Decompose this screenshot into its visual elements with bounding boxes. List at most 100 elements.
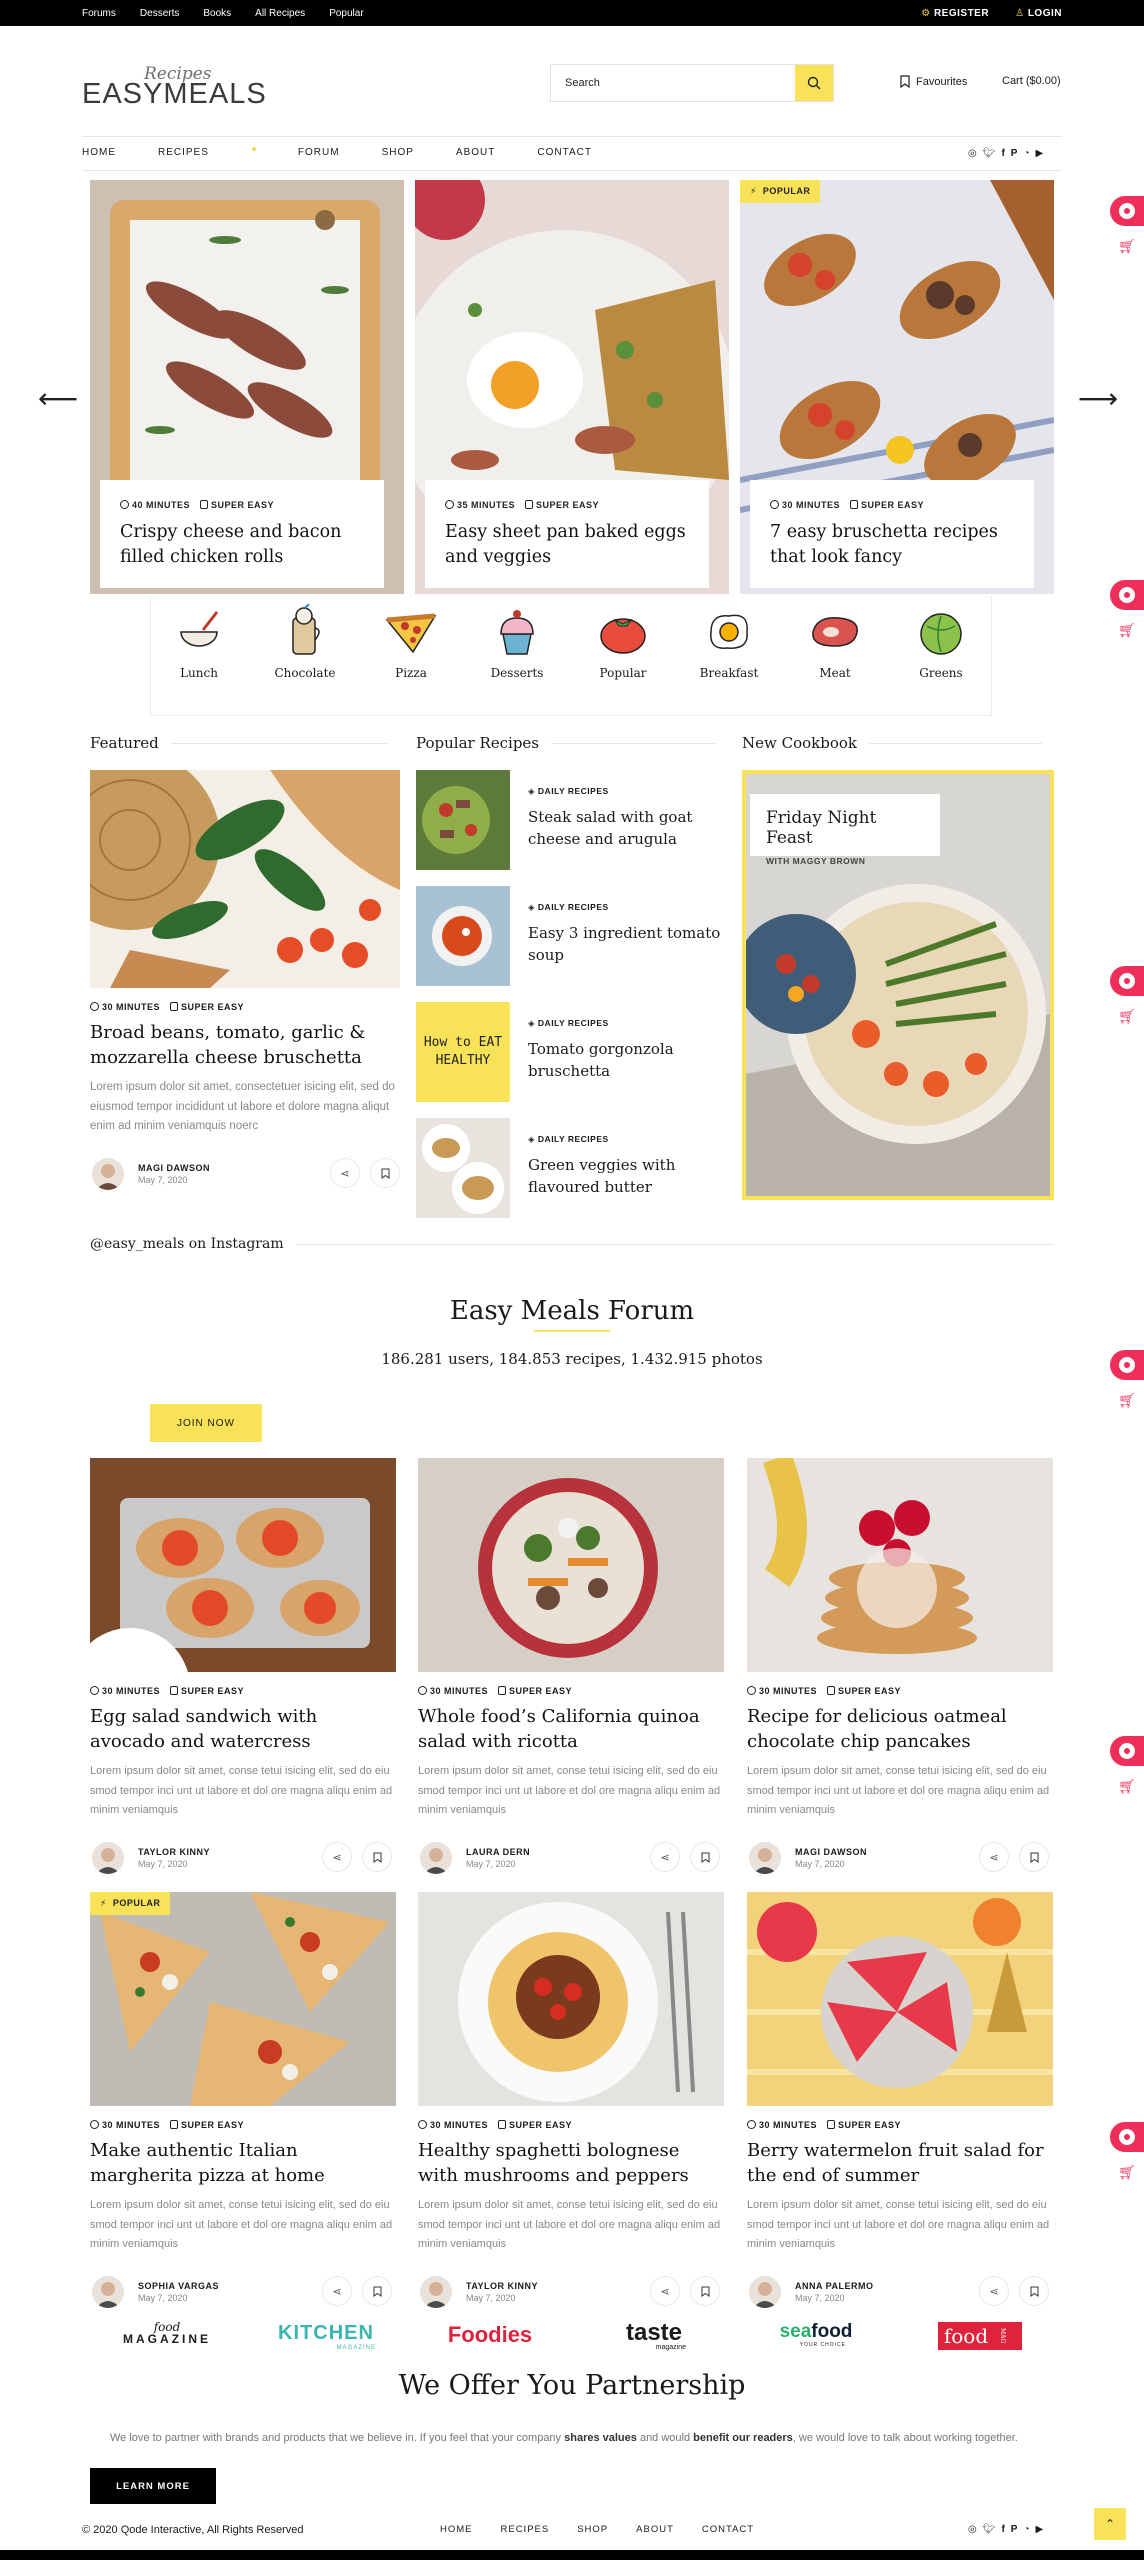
- demo-widget-button[interactable]: [1110, 966, 1144, 996]
- share-button[interactable]: ⋖: [650, 1842, 680, 1872]
- recipe-author[interactable]: ANNA PALERMO May 7, 2020: [749, 2276, 874, 2308]
- brand-seafood[interactable]: seafood YOUR CHOICE: [766, 2322, 866, 2349]
- slider-next-arrow-icon[interactable]: ⟶: [1078, 382, 1118, 415]
- slider-title[interactable]: 7 easy bruschetta recipes that look fanc…: [770, 520, 1014, 570]
- instagram-icon[interactable]: ◎: [968, 2524, 977, 2535]
- popular-title[interactable]: Tomato gorgonzola bruschetta: [528, 1038, 728, 1082]
- demo-widget-button[interactable]: [1110, 1736, 1144, 1766]
- instagram-icon[interactable]: ◎: [968, 148, 977, 159]
- slider-title[interactable]: Crispy cheese and bacon filled chicken r…: [120, 520, 364, 570]
- footer-nav-about[interactable]: ABOUT: [636, 2524, 674, 2535]
- bookmark-button[interactable]: [362, 1842, 392, 1872]
- top-link-all-recipes[interactable]: All Recipes: [255, 8, 305, 19]
- brand-kitchen[interactable]: KITCHEN MAGAZINE: [276, 2322, 376, 2351]
- recipe-title[interactable]: Healthy spaghetti bolognese with mushroo…: [418, 2138, 724, 2188]
- footer-nav-contact[interactable]: CONTACT: [702, 2524, 754, 2535]
- footer-nav-home[interactable]: HOME: [440, 2524, 473, 2535]
- brand-food-mag[interactable]: food MAG: [930, 2322, 1030, 2350]
- share-button[interactable]: ⋖: [322, 2276, 352, 2306]
- popular-item[interactable]: ◈ DAILY RECIPES Easy 3 ingredient tomato…: [416, 886, 728, 986]
- favourites-link[interactable]: Favourites: [900, 75, 967, 88]
- rss-icon[interactable]: ◔: [1023, 148, 1029, 159]
- slider-title[interactable]: Easy sheet pan baked eggs and veggies: [445, 520, 689, 570]
- slider-card[interactable]: ⚡︎ POPULAR 30 MINUTES SUPER EASY 7 easy …: [740, 180, 1054, 594]
- category-desserts[interactable]: Desserts: [477, 604, 557, 680]
- recipe-image[interactable]: [418, 1892, 724, 2106]
- facebook-icon[interactable]: f: [1001, 2524, 1004, 2535]
- recipe-title[interactable]: Berry watermelon fruit salad for the end…: [747, 2138, 1053, 2188]
- category-breakfast[interactable]: Breakfast: [689, 604, 769, 680]
- featured-image[interactable]: [90, 770, 400, 988]
- featured-author[interactable]: MAGI DAWSON May 7, 2020: [92, 1158, 210, 1190]
- twitter-icon[interactable]: 🐦︎: [983, 2524, 996, 2535]
- pinterest-icon[interactable]: P: [1011, 148, 1018, 159]
- side-cart-button[interactable]: 🛒︎: [1110, 232, 1144, 260]
- recipe-author[interactable]: TAYLOR KINNY May 7, 2020: [92, 1842, 210, 1874]
- popular-title[interactable]: Steak salad with goat cheese and arugula: [528, 806, 728, 850]
- nav-forum[interactable]: FORUM: [298, 147, 340, 158]
- category-popular[interactable]: Popular: [583, 604, 663, 680]
- recipe-author[interactable]: SOPHIA VARGAS May 7, 2020: [92, 2276, 219, 2308]
- top-link-desserts[interactable]: Desserts: [140, 8, 179, 19]
- demo-widget-button[interactable]: [1110, 196, 1144, 226]
- recipe-image[interactable]: [747, 1892, 1053, 2106]
- bookmark-button[interactable]: [1019, 2276, 1049, 2306]
- share-button[interactable]: ⋖: [979, 1842, 1009, 1872]
- back-to-top-button[interactable]: ⌃: [1094, 2508, 1126, 2540]
- nav-home[interactable]: HOME: [82, 147, 116, 158]
- youtube-icon[interactable]: ▶: [1036, 2524, 1044, 2535]
- brand-taste[interactable]: taste magazine: [604, 2321, 704, 2352]
- nav-recipes[interactable]: RECIPES: [158, 147, 256, 158]
- category-greens[interactable]: Greens: [901, 604, 981, 680]
- bookmark-button[interactable]: [1019, 1842, 1049, 1872]
- login-link[interactable]: ♙ LOGIN: [1015, 8, 1062, 19]
- search-button[interactable]: [795, 65, 833, 101]
- brand-foodies[interactable]: Foodies: [440, 2322, 540, 2348]
- pinterest-icon[interactable]: P: [1011, 2524, 1018, 2535]
- demo-widget-button[interactable]: [1110, 2122, 1144, 2152]
- nav-about[interactable]: ABOUT: [456, 147, 495, 158]
- top-link-books[interactable]: Books: [203, 8, 231, 19]
- footer-nav-recipes[interactable]: RECIPES: [501, 2524, 550, 2535]
- learn-more-button[interactable]: LEARN MORE: [90, 2468, 216, 2504]
- recipe-author[interactable]: LAURA DERN May 7, 2020: [420, 1842, 530, 1874]
- share-button[interactable]: ⋖: [330, 1158, 360, 1188]
- category-lunch[interactable]: Lunch: [159, 604, 239, 680]
- facebook-icon[interactable]: f: [1001, 148, 1004, 159]
- slider-prev-arrow-icon[interactable]: ⟵: [38, 382, 78, 415]
- share-button[interactable]: ⋖: [979, 2276, 1009, 2306]
- popular-item[interactable]: ◈ DAILY RECIPES Steak salad with goat ch…: [416, 770, 728, 870]
- side-cart-button[interactable]: 🛒︎: [1110, 1002, 1144, 1030]
- join-now-button[interactable]: JOIN NOW: [150, 1404, 262, 1442]
- search-input[interactable]: [551, 65, 795, 101]
- recipe-title[interactable]: Whole food’s California quinoa salad wit…: [418, 1704, 724, 1754]
- instagram-handle[interactable]: @easy_meals on Instagram: [90, 1236, 284, 1252]
- recipe-image[interactable]: [90, 1458, 396, 1672]
- popular-item[interactable]: How to EAT HEALTHY ◈ DAILY RECIPES Tomat…: [416, 1002, 728, 1102]
- category-chocolate[interactable]: Chocolate: [265, 604, 345, 680]
- nav-contact[interactable]: CONTACT: [537, 147, 592, 158]
- recipe-image[interactable]: [747, 1458, 1053, 1672]
- recipe-image[interactable]: [90, 1892, 396, 2106]
- popular-item[interactable]: ◈ DAILY RECIPES Green veggies with flavo…: [416, 1118, 728, 1218]
- side-cart-button[interactable]: 🛒︎: [1110, 1772, 1144, 1800]
- bookmark-button[interactable]: [690, 1842, 720, 1872]
- popular-title[interactable]: Green veggies with flavoured butter: [528, 1154, 728, 1198]
- rss-icon[interactable]: ◔: [1023, 2524, 1029, 2535]
- share-button[interactable]: ⋖: [322, 1842, 352, 1872]
- register-link[interactable]: ⚙ REGISTER: [921, 8, 989, 19]
- twitter-icon[interactable]: 🐦︎: [983, 148, 996, 159]
- bookmark-button[interactable]: [370, 1158, 400, 1188]
- recipe-author[interactable]: TAYLOR KINNY May 7, 2020: [420, 2276, 538, 2308]
- recipe-title[interactable]: Egg salad sandwich with avocado and wate…: [90, 1704, 396, 1754]
- recipe-title[interactable]: Make authentic Italian margherita pizza …: [90, 2138, 396, 2188]
- nav-shop[interactable]: SHOP: [382, 147, 414, 158]
- slider-card[interactable]: 40 MINUTES SUPER EASY Crispy cheese and …: [90, 180, 404, 594]
- recipe-author[interactable]: MAGI DAWSON May 7, 2020: [749, 1842, 867, 1874]
- category-pizza[interactable]: Pizza: [371, 604, 451, 680]
- brand-food-magazine[interactable]: food MAGAZINE: [112, 2321, 222, 2346]
- recipe-image[interactable]: [418, 1458, 724, 1672]
- demo-widget-button[interactable]: [1110, 580, 1144, 610]
- cart-link[interactable]: Cart ($0.00): [1002, 75, 1061, 87]
- side-cart-button[interactable]: 🛒︎: [1110, 1386, 1144, 1414]
